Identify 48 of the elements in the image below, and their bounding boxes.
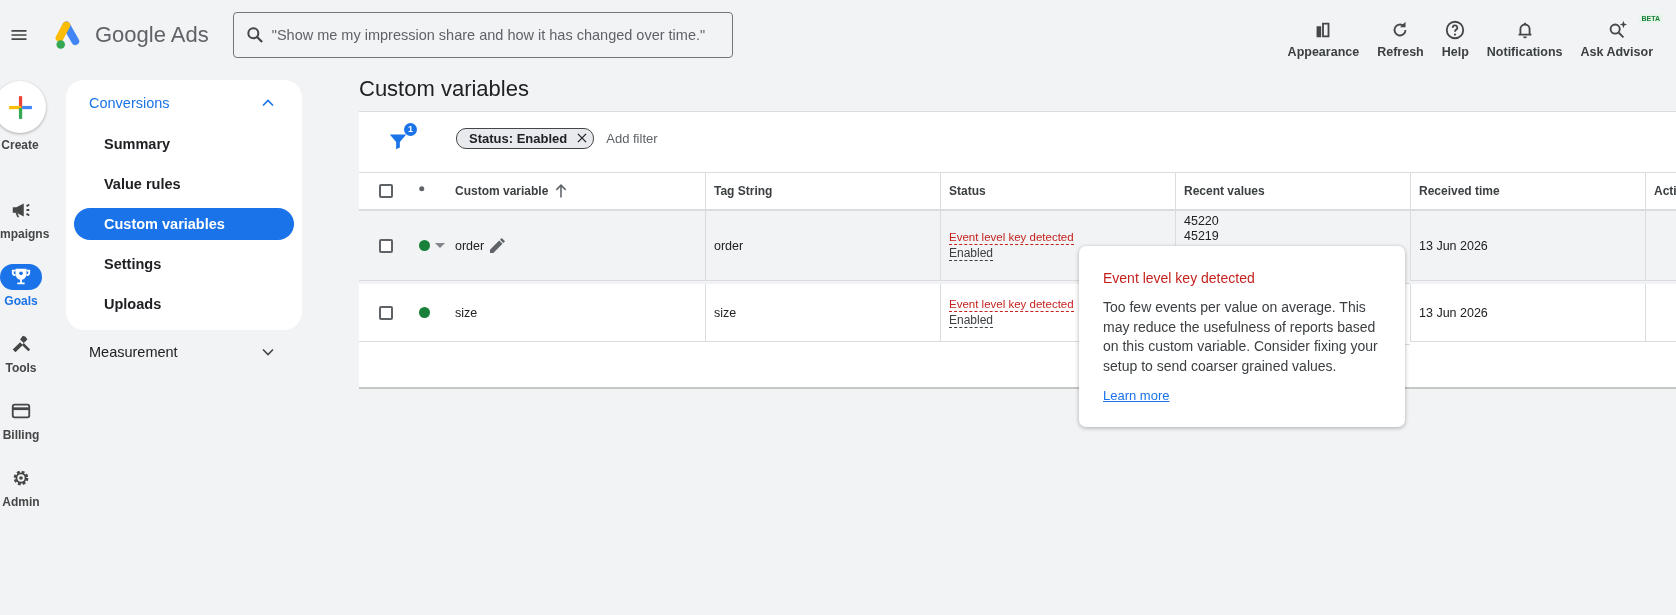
select-all-checkbox[interactable]: [379, 184, 393, 198]
nav-item[interactable]: mpaigns: [0, 197, 50, 241]
help-icon: [1444, 19, 1467, 41]
nav-item[interactable]: Value rules: [74, 168, 294, 200]
nav-item[interactable]: Summary: [74, 128, 294, 160]
add-filter-button[interactable]: Add filter: [606, 130, 658, 146]
nav-item[interactable]: Admin: [0, 465, 42, 509]
plus-icon: [7, 94, 33, 120]
status-link[interactable]: Enabled: [949, 313, 994, 328]
nav-item[interactable]: Settings: [74, 248, 294, 280]
search-icon: [244, 25, 265, 45]
table-cell: size: [455, 305, 478, 320]
search-field[interactable]: "Show me my impression share and how it has changed over time.": [232, 12, 733, 58]
help-button[interactable]: Help: [1432, 11, 1478, 59]
product-name: Google Ads: [95, 22, 209, 48]
table-cell: size: [714, 305, 737, 320]
warning-status-link[interactable]: Event level key detected: [949, 297, 1074, 312]
column-header[interactable]: Received time: [1419, 184, 1500, 198]
table-cell: order: [455, 238, 485, 253]
appearance-button[interactable]: Appearance: [1278, 11, 1369, 59]
column-header[interactable]: Status: [949, 184, 986, 198]
recent-value: 45219: [1184, 228, 1219, 243]
recent-value: 45220: [1184, 214, 1219, 229]
notifications-button[interactable]: Notifications: [1477, 11, 1572, 59]
nav-item[interactable]: Billing: [0, 398, 42, 442]
nav-item[interactable]: Custom variables: [74, 208, 294, 240]
table-cell: order: [714, 238, 744, 253]
filter-count-badge: 1: [404, 123, 417, 136]
status-link[interactable]: Enabled: [949, 246, 994, 261]
page-title: Custom variables: [359, 76, 530, 102]
column-header[interactable]: Tag String: [714, 184, 773, 198]
refresh-button[interactable]: Refresh: [1368, 11, 1433, 59]
row-checkbox[interactable]: [379, 305, 393, 320]
filter-button[interactable]: 1: [387, 123, 417, 153]
warning-status-link[interactable]: Event level key detected: [949, 230, 1074, 245]
table-cell: 13 Jun 2026: [1419, 238, 1488, 253]
nav-item[interactable]: Tools: [0, 331, 42, 375]
learn-more-link[interactable]: Learn more: [1103, 388, 1170, 403]
tools-icon: [10, 333, 32, 355]
nav-section-header[interactable]: Conversions: [74, 86, 294, 120]
column-header[interactable]: Custom variable: [455, 184, 549, 198]
nav-item[interactable]: Uploads: [74, 288, 294, 320]
column-header[interactable]: Recent values: [1184, 184, 1265, 198]
tooltip-title: Event level key detected: [1103, 270, 1256, 286]
row-checkbox[interactable]: [379, 238, 393, 253]
filter-chip[interactable]: Status: Enabled: [456, 127, 595, 149]
table-cell: 13 Jun 2026: [1419, 305, 1488, 320]
nav-section-header[interactable]: Measurement: [66, 335, 302, 369]
